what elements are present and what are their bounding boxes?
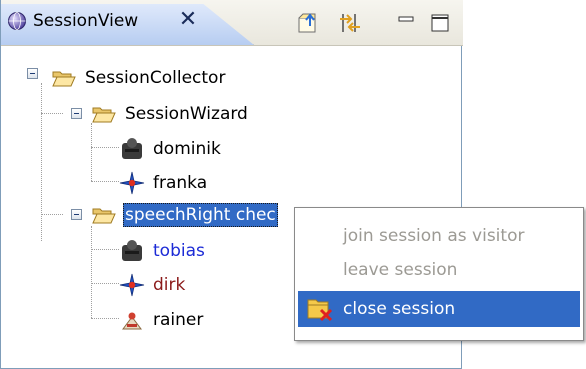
tree-node-dirk[interactable]: dirk	[119, 271, 187, 299]
session-user-icon	[122, 138, 142, 159]
visitor-icon	[122, 312, 142, 330]
tree-connector	[91, 123, 92, 181]
sync-icon[interactable]	[337, 10, 363, 36]
collapse-toggle[interactable]	[27, 68, 38, 79]
folder-open-icon	[92, 107, 116, 123]
view-title: SessionView	[33, 11, 139, 31]
tree-node-label: SessionCollector	[85, 68, 226, 88]
tree-node-label: SessionWizard	[125, 104, 248, 124]
session-user-icon	[122, 240, 142, 261]
menu-item-join-visitor[interactable]: join session as visitor	[298, 218, 580, 254]
tree-node-speechright[interactable]: speechRight chec	[91, 201, 278, 229]
minimize-icon[interactable]	[394, 10, 420, 36]
context-menu: join session as visitor leave session cl…	[294, 207, 584, 341]
maximize-icon[interactable]	[428, 10, 454, 36]
tree-connector	[91, 147, 119, 148]
tree-node-rainer[interactable]: rainer	[119, 306, 205, 334]
menu-item-close-session[interactable]: close session	[298, 291, 580, 327]
tree-node-label: tobias	[153, 241, 205, 261]
tree-node-sessionwizard[interactable]: SessionWizard	[91, 100, 250, 128]
collapse-toggle[interactable]	[71, 209, 82, 220]
tree-connector	[41, 83, 42, 241]
tree-connector	[91, 181, 119, 182]
tree-node-label: franka	[153, 173, 208, 193]
tree-node-franka[interactable]: franka	[119, 169, 209, 197]
tree-connector	[91, 318, 119, 319]
tree-connector	[91, 249, 119, 250]
tree-node-dominik[interactable]: dominik	[119, 135, 223, 163]
tree-connector	[41, 214, 63, 215]
folder-open-icon	[52, 71, 76, 87]
tree-node-sessioncollector[interactable]: SessionCollector	[51, 64, 227, 92]
compass-star-icon	[119, 171, 145, 195]
close-icon[interactable]: ✕	[176, 8, 200, 32]
tree-node-label: dirk	[153, 275, 186, 295]
close-folder-icon	[307, 299, 333, 322]
export-icon[interactable]	[295, 10, 321, 36]
tree-node-tobias[interactable]: tobias	[119, 237, 207, 265]
menu-item-label: close session	[343, 299, 456, 319]
menu-item-label: leave session	[343, 260, 458, 280]
globe-icon	[8, 12, 26, 30]
compass-star-icon	[119, 273, 145, 297]
menu-item-leave-session[interactable]: leave session	[298, 252, 580, 288]
view-titlebar: SessionView ✕	[1, 0, 463, 46]
collapse-toggle[interactable]	[71, 108, 82, 119]
tree-node-label: dominik	[153, 139, 221, 159]
tree-connector	[91, 226, 92, 318]
tree-node-label: speechRight chec	[123, 203, 278, 227]
folder-open-icon	[92, 208, 116, 224]
tree-node-label: rainer	[153, 310, 204, 330]
tree-connector	[41, 113, 63, 114]
menu-item-label: join session as visitor	[343, 226, 525, 246]
tree-connector	[91, 283, 119, 284]
